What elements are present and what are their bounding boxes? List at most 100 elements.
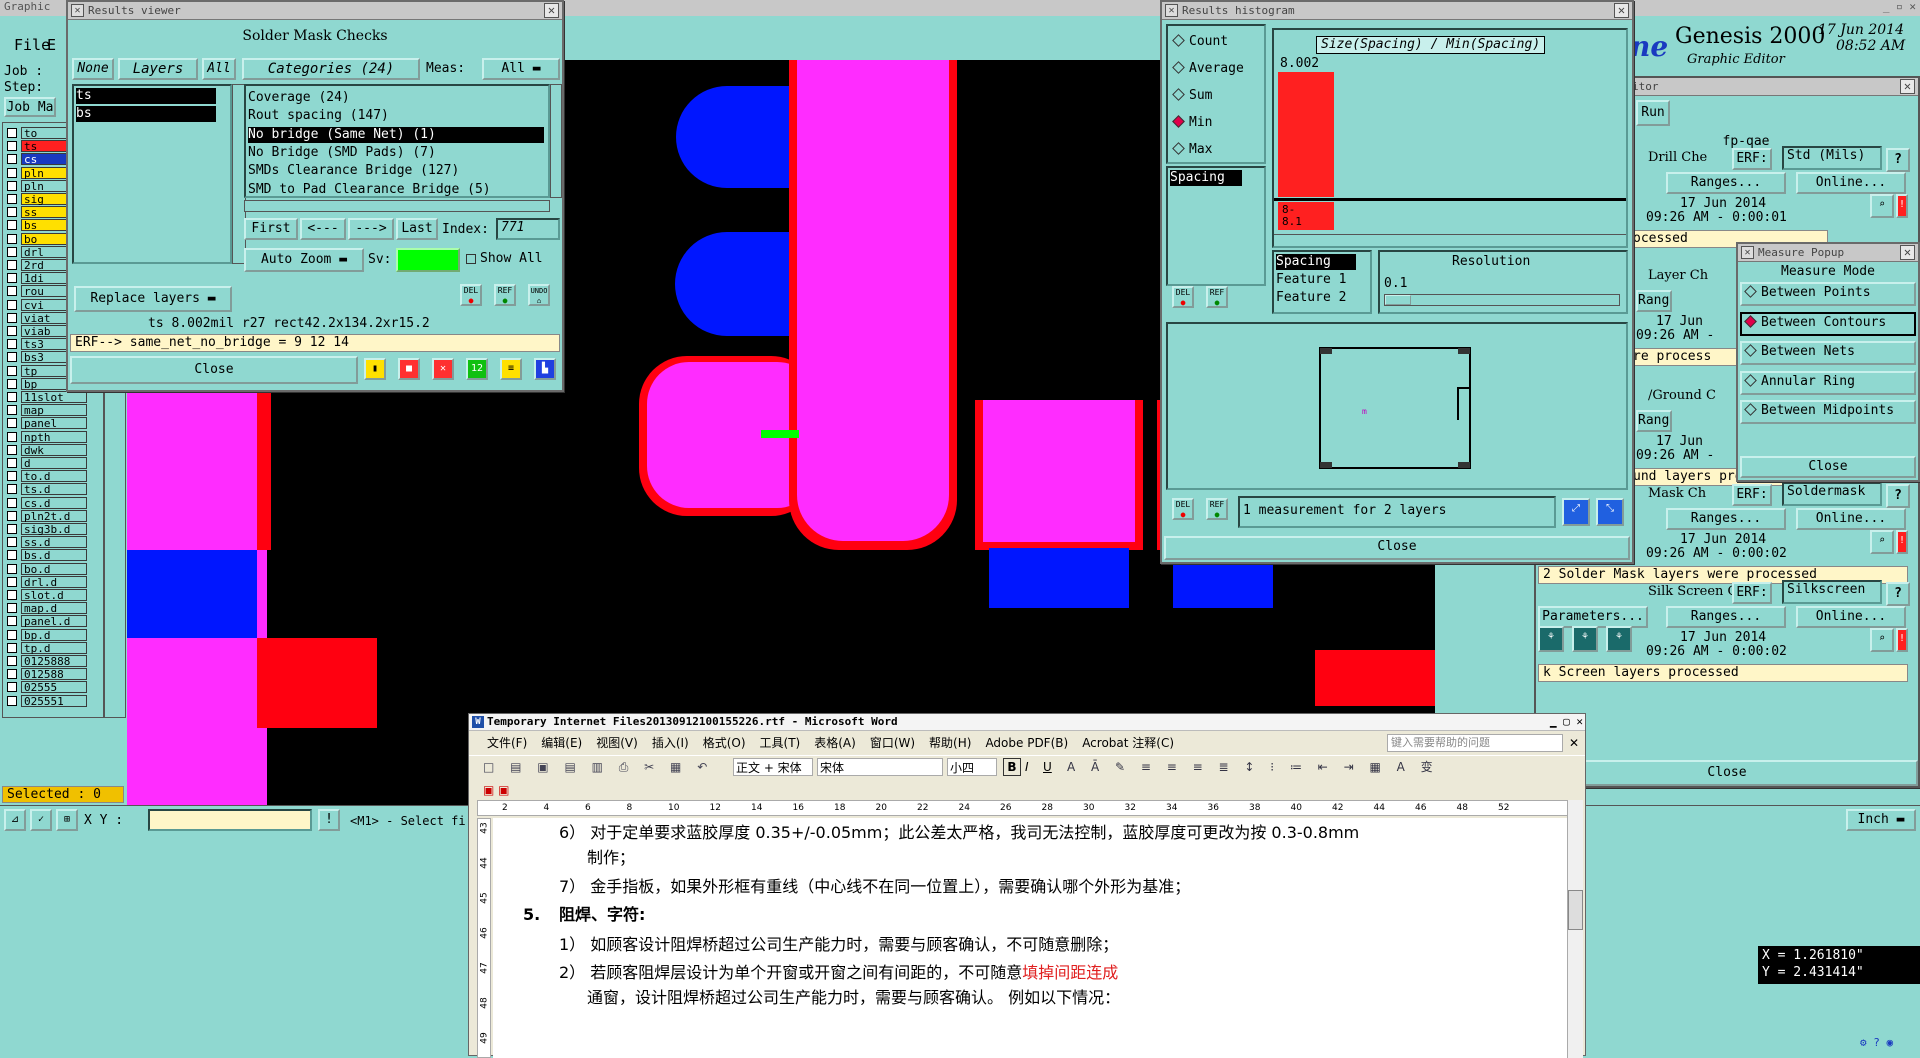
layer-checkbox[interactable]: [7, 365, 17, 376]
category-item[interactable]: Coverage (24): [248, 90, 544, 106]
radio-icon[interactable]: [1172, 34, 1185, 47]
checklist-close-button[interactable]: Close: [1536, 760, 1918, 786]
meas-dropdown[interactable]: All ▬: [482, 58, 560, 80]
menu-file[interactable]: File: [14, 37, 50, 53]
bridge-marker[interactable]: [761, 430, 799, 438]
pdf-toolbar[interactable]: ▣ ▣: [469, 780, 529, 800]
rh-min-box[interactable]: 8- 8.1: [1278, 202, 1334, 230]
rh-close-button[interactable]: Close: [1164, 536, 1630, 560]
layers-all-button[interactable]: All: [202, 58, 236, 80]
word-menu-item[interactable]: 文件(F): [487, 736, 527, 750]
window-controls[interactable]: _ ▫ ✕: [1883, 0, 1916, 14]
layer-checkbox[interactable]: [7, 194, 17, 204]
layer-row[interactable]: cs.d: [7, 496, 87, 510]
layer-checkbox[interactable]: [7, 471, 17, 482]
rh-metric-item[interactable]: Spacing: [1170, 170, 1242, 186]
help-search-input[interactable]: 键入需要帮助的问题: [1387, 734, 1563, 752]
rh-mode-option[interactable]: Average: [1170, 61, 1244, 77]
radio-icon[interactable]: [1744, 285, 1757, 298]
rh-resolution-slider[interactable]: [1384, 294, 1620, 306]
grid-tool-icon[interactable]: ⊞: [56, 809, 78, 831]
rv-category-hscroll[interactable]: [244, 200, 550, 212]
check-params-button[interactable]: Parameters...: [1538, 606, 1648, 628]
rh-ref-icon[interactable]: REF ●: [1206, 286, 1228, 308]
xy-input[interactable]: [148, 809, 312, 831]
layer-checkbox[interactable]: [7, 497, 17, 508]
job-matrix-button[interactable]: Job Ma: [4, 97, 56, 117]
word-menu-item[interactable]: 插入(I): [652, 736, 689, 750]
category-item[interactable]: SMDs Clearance Bridge (127): [248, 163, 544, 179]
radio-icon[interactable]: [1744, 373, 1757, 387]
first-button[interactable]: First: [244, 218, 298, 240]
layer-row[interactable]: 012588: [7, 668, 87, 681]
layer-checkbox[interactable]: [7, 207, 17, 218]
rh-mode-option[interactable]: Sum: [1170, 88, 1212, 104]
toolbar-icons[interactable]: □ ▤ ▣ ▤ ▥ ⎙ ✂ ▦ ↶: [483, 756, 713, 778]
rh-hscroll[interactable]: [1274, 234, 1626, 244]
layer-checkbox[interactable]: [7, 246, 17, 257]
layer-checkbox[interactable]: [7, 510, 17, 521]
prev-button[interactable]: <---: [300, 218, 346, 240]
check-help-icon[interactable]: ?: [1886, 484, 1910, 508]
layer-checkbox[interactable]: [7, 695, 17, 706]
measure-mode-option[interactable]: Between Midpoints: [1740, 400, 1916, 424]
layer-checkbox[interactable]: [7, 286, 17, 297]
measure-tool-icon[interactable]: ✓: [30, 809, 52, 831]
word-menu-item[interactable]: 帮助(H): [929, 736, 971, 750]
doc-close-icon[interactable]: ✕: [1569, 732, 1579, 754]
check-erf-value[interactable]: Std (Mils): [1782, 146, 1882, 170]
word-vscroll[interactable]: [1567, 800, 1583, 1058]
layer-checkbox[interactable]: [7, 642, 17, 653]
layer-checkbox[interactable]: [7, 576, 17, 587]
menu-edit[interactable]: E: [47, 37, 56, 53]
undo-icon[interactable]: UNDO ⌂: [528, 284, 550, 306]
measure-mode-option[interactable]: Between Nets: [1740, 341, 1916, 365]
layer-checkbox[interactable]: [7, 180, 17, 191]
rh-field-spacing[interactable]: Spacing: [1276, 254, 1356, 270]
rv-close-icon[interactable]: ✕: [544, 3, 559, 18]
rh-pan-icon[interactable]: ⤡: [1596, 498, 1624, 526]
layer-checkbox[interactable]: [7, 563, 17, 574]
layer-checkbox[interactable]: [7, 629, 17, 640]
layer-row[interactable]: map: [7, 404, 87, 417]
layer-row[interactable]: 025551: [7, 694, 87, 708]
underline-button[interactable]: U: [1043, 756, 1052, 778]
category-item[interactable]: No Bridge (SMD Pads) (7): [248, 145, 544, 161]
check-erf-label[interactable]: ERF:: [1732, 484, 1772, 506]
layer-row[interactable]: dwk: [7, 443, 87, 457]
layers-none-button[interactable]: None: [72, 58, 114, 80]
rh-mode-option[interactable]: Max: [1170, 142, 1212, 158]
check-online-button[interactable]: Online...: [1796, 606, 1906, 628]
measure-mode-option[interactable]: Between Points: [1740, 282, 1916, 306]
layer-checkbox[interactable]: [7, 339, 17, 350]
auto-zoom-dropdown[interactable]: Auto Zoom ▬: [244, 248, 364, 272]
measure-mode-option[interactable]: Annular Ring: [1740, 370, 1916, 395]
radio-icon[interactable]: [1744, 344, 1757, 357]
rv-category-scrollbar[interactable]: [550, 84, 562, 198]
check-help-icon[interactable]: ?: [1886, 582, 1910, 606]
info-button[interactable]: !: [318, 809, 340, 831]
layer-checkbox[interactable]: [7, 299, 17, 310]
word-menu-item[interactable]: 表格(A): [814, 736, 856, 750]
rh-zoom-icon[interactable]: ⤢: [1562, 498, 1590, 526]
next-button[interactable]: --->: [348, 218, 394, 240]
run-icon[interactable]: ⚘: [1538, 626, 1564, 652]
measure-mode-option[interactable]: Between Contours: [1740, 311, 1916, 336]
measure-menu-icon[interactable]: ✕: [1741, 246, 1754, 259]
rv-layer-bs[interactable]: bs: [76, 106, 216, 122]
layer-checkbox[interactable]: [7, 233, 17, 244]
ref-icon[interactable]: REF ●: [494, 284, 516, 306]
layer-checkbox[interactable]: [7, 312, 17, 323]
font-dropdown[interactable]: 宋体: [817, 758, 943, 776]
layer-row[interactable]: ss.d: [7, 536, 87, 549]
check-online-button[interactable]: Online...: [1796, 172, 1906, 194]
word-menu-item[interactable]: Adobe PDF(B): [985, 736, 1068, 750]
rh-close-icon[interactable]: ✕: [1614, 3, 1629, 18]
layers-button[interactable]: Layers: [118, 58, 198, 80]
layer-row[interactable]: drl.d: [7, 575, 87, 589]
rh-ref2-icon[interactable]: REF ●: [1206, 498, 1228, 520]
measure-close-button[interactable]: Close: [1740, 456, 1916, 478]
word-menu-item[interactable]: 编辑(E): [541, 736, 582, 750]
layer-row[interactable]: slot.d: [7, 589, 87, 602]
layer-checkbox[interactable]: [7, 431, 17, 442]
